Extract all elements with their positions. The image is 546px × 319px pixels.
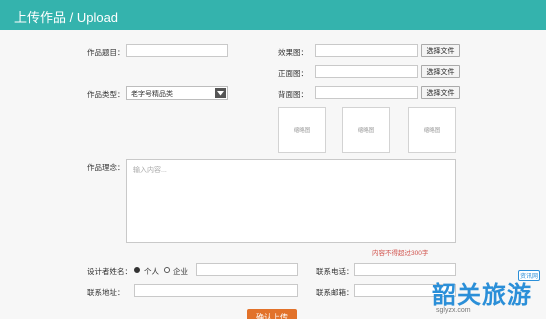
effect-image-path <box>315 44 418 57</box>
designer-name-input[interactable] <box>196 263 298 276</box>
work-type-value: 老字号精品类 <box>131 91 173 98</box>
watermark-badge: 资讯网 <box>518 270 541 281</box>
radio-person[interactable] <box>134 267 140 273</box>
front-image-label: 正面图： <box>278 69 308 78</box>
effect-image-label: 效果图： <box>278 48 308 57</box>
front-image-choose-button[interactable]: 选择文件 <box>421 65 460 78</box>
work-type-label: 作品类型： <box>87 90 125 99</box>
front-thumbnail: 缩略图 <box>342 107 390 153</box>
radio-company[interactable] <box>164 267 170 273</box>
chevron-down-icon <box>215 88 226 98</box>
address-label: 联系地址： <box>87 288 125 297</box>
concept-label: 作品理念： <box>87 163 125 172</box>
address-input[interactable] <box>134 284 298 297</box>
watermark-url: sglyzx.com <box>436 307 471 314</box>
watermark-brand: 韶关旅游 <box>432 281 532 309</box>
page-title: 上传作品 / Upload <box>14 10 119 25</box>
radio-person-label: 个人 <box>144 267 159 276</box>
watermark-logo: 韶关旅游 资讯网 sglyzx.com <box>432 270 544 318</box>
submit-button[interactable]: 确认上传 <box>247 309 297 319</box>
front-image-path <box>315 65 418 78</box>
work-title-input[interactable] <box>126 44 228 57</box>
effect-thumbnail: 缩略图 <box>278 107 326 153</box>
back-image-label: 背面图： <box>278 90 308 99</box>
back-image-choose-button[interactable]: 选择文件 <box>421 86 460 99</box>
back-thumbnail: 缩略图 <box>408 107 456 153</box>
concept-textarea[interactable]: 输入内容... <box>126 159 456 243</box>
radio-company-label: 企业 <box>173 267 188 276</box>
work-type-select[interactable]: 老字号精品类 <box>126 86 228 100</box>
concept-placeholder: 输入内容... <box>133 167 167 174</box>
char-limit-note: 内容不得超过300字 <box>372 250 429 257</box>
page-header: 上传作品 / Upload <box>0 0 546 30</box>
email-label: 联系邮箱： <box>316 288 354 297</box>
designer-name-label: 设计者姓名： <box>87 267 132 276</box>
phone-label: 联系电话： <box>316 267 354 276</box>
back-image-path <box>315 86 418 99</box>
effect-image-choose-button[interactable]: 选择文件 <box>421 44 460 57</box>
work-title-label: 作品题目： <box>87 48 125 57</box>
